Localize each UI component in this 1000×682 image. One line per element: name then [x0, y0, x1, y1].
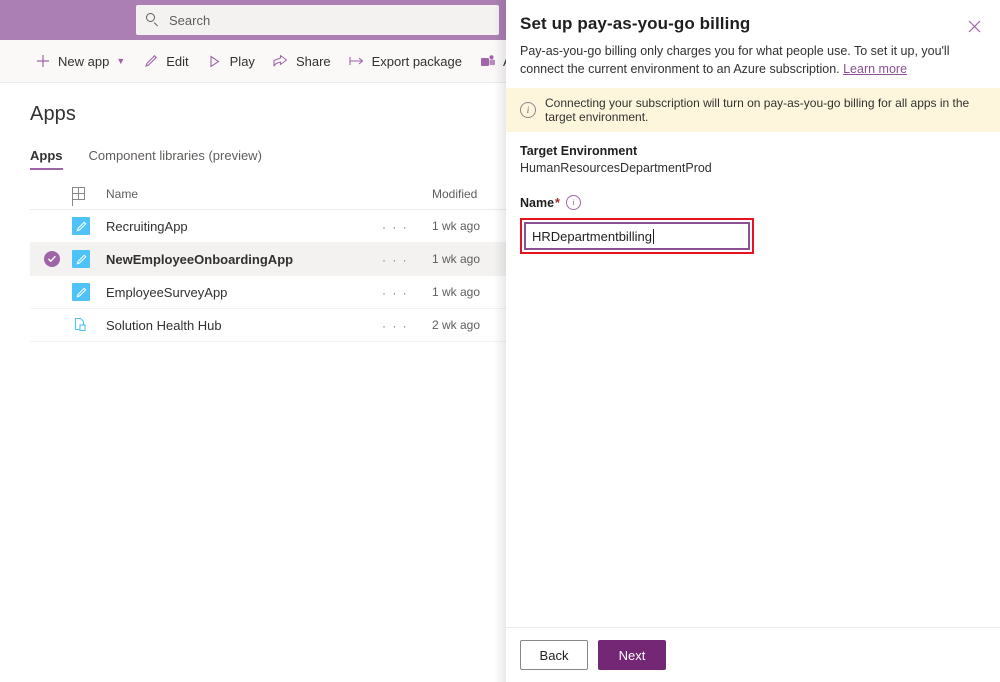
row-more-actions-button[interactable]: · · · [382, 285, 432, 300]
app-modified: 1 wk ago [432, 285, 506, 299]
command-play[interactable]: Play [198, 40, 264, 82]
next-button[interactable]: Next [598, 640, 666, 670]
app-modified: 2 wk ago [432, 318, 506, 332]
panel-description: Pay-as-you-go billing only charges you f… [520, 42, 982, 78]
command-label: Play [230, 54, 255, 69]
command-edit[interactable]: Edit [134, 40, 197, 82]
name-input-value: HRDepartmentbilling [532, 229, 652, 244]
panel-title: Set up pay-as-you-go billing [520, 14, 982, 34]
close-icon [968, 20, 981, 33]
row-more-actions-button[interactable]: · · · [382, 219, 432, 234]
panel-form: Target Environment HumanResourcesDepartm… [506, 132, 1000, 627]
required-asterisk: * [555, 196, 560, 210]
table-row[interactable]: NewEmployeeOnboardingApp · · · 1 wk ago [30, 243, 506, 276]
canvas-app-icon [72, 283, 90, 301]
row-more-actions-button[interactable]: · · · [382, 252, 432, 267]
ellipsis-icon: · · · [382, 220, 408, 234]
plus-icon [35, 53, 51, 69]
app-name[interactable]: EmployeeSurveyApp [106, 285, 382, 300]
canvas-app-icon [72, 250, 90, 268]
app-modified: 1 wk ago [432, 219, 506, 233]
pay-as-you-go-setup-panel: Set up pay-as-you-go billing Pay-as-you-… [506, 0, 1000, 682]
header-modified[interactable]: Modified [432, 187, 506, 201]
ellipsis-icon: · · · [382, 319, 408, 333]
suite-header-bar: Search [0, 0, 506, 40]
model-app-icon [72, 316, 90, 334]
pivot-tabs: Apps Component libraries (preview) [30, 142, 506, 170]
command-share[interactable]: Share [264, 40, 340, 82]
app-modified: 1 wk ago [432, 252, 506, 266]
learn-more-link[interactable]: Learn more [843, 62, 907, 76]
tab-apps[interactable]: Apps [30, 148, 63, 170]
info-banner: i Connecting your subscription will turn… [506, 88, 1000, 132]
command-export-package[interactable]: Export package [340, 40, 471, 82]
app-name[interactable]: RecruitingApp [106, 219, 382, 234]
row-more-actions-button[interactable]: · · · [382, 318, 432, 333]
app-list-header: Name Modified [30, 178, 506, 210]
search-placeholder: Search [169, 13, 210, 28]
name-label: Name* [520, 196, 560, 210]
table-row[interactable]: Solution Health Hub · · · 2 wk ago [30, 309, 506, 342]
command-label: Share [296, 54, 331, 69]
close-button[interactable] [960, 12, 988, 40]
row-app-icon-cell [72, 283, 106, 301]
command-label: Edit [166, 54, 188, 69]
target-environment-value: HumanResourcesDepartmentProd [520, 161, 986, 175]
header-name[interactable]: Name [106, 187, 382, 201]
row-app-icon-cell [72, 217, 106, 235]
command-add-to-teams[interactable]: Add to Teams [471, 40, 506, 82]
info-icon: i [520, 102, 536, 118]
name-input[interactable]: HRDepartmentbilling [524, 222, 750, 250]
page-title: Apps [30, 103, 506, 126]
app-name[interactable]: Solution Health Hub [106, 318, 382, 333]
name-label-text: Name [520, 196, 554, 210]
back-button[interactable]: Back [520, 640, 588, 670]
canvas-app-icon [72, 217, 90, 235]
command-bar: New app ▼ Edit Play Share Export p [0, 40, 506, 83]
name-field-highlight: HRDepartmentbilling [520, 218, 754, 254]
name-label-row: Name* i [520, 195, 986, 210]
search-input[interactable]: Search [136, 5, 499, 35]
row-app-icon-cell [72, 250, 106, 268]
page-body: Apps Apps Component libraries (preview) … [0, 103, 506, 342]
info-icon[interactable]: i [566, 195, 581, 210]
table-row[interactable]: EmployeeSurveyApp · · · 1 wk ago [30, 276, 506, 309]
row-app-icon-cell [72, 316, 106, 334]
target-environment-label: Target Environment [520, 144, 986, 158]
panel-header: Set up pay-as-you-go billing Pay-as-you-… [506, 0, 1000, 88]
tab-component-libraries[interactable]: Component libraries (preview) [89, 148, 262, 170]
app-name[interactable]: NewEmployeeOnboardingApp [106, 252, 382, 267]
panel-footer: Back Next [506, 627, 1000, 682]
ellipsis-icon: · · · [382, 253, 408, 267]
export-icon [349, 53, 365, 69]
pencil-icon [143, 53, 159, 69]
ellipsis-icon: · · · [382, 286, 408, 300]
search-icon [146, 13, 160, 27]
teams-icon [480, 53, 496, 69]
table-row[interactable]: RecruitingApp · · · 1 wk ago [30, 210, 506, 243]
checkmark-circle-icon [44, 251, 60, 267]
command-label: New app [58, 54, 109, 69]
command-label: Export package [372, 54, 462, 69]
row-selection-cell[interactable] [44, 251, 72, 267]
info-banner-text: Connecting your subscription will turn o… [545, 96, 986, 124]
app-list: Name Modified RecruitingApp · · · 1 wk a… [30, 178, 506, 342]
chevron-down-icon: ▼ [116, 57, 125, 66]
command-new-app[interactable]: New app ▼ [26, 40, 134, 82]
text-caret [653, 229, 654, 244]
share-icon [273, 53, 289, 69]
play-icon [207, 53, 223, 69]
grid-icon [72, 187, 85, 200]
header-type-cell[interactable] [72, 187, 106, 200]
power-apps-background: Search New app ▼ Edit Play [0, 0, 506, 682]
